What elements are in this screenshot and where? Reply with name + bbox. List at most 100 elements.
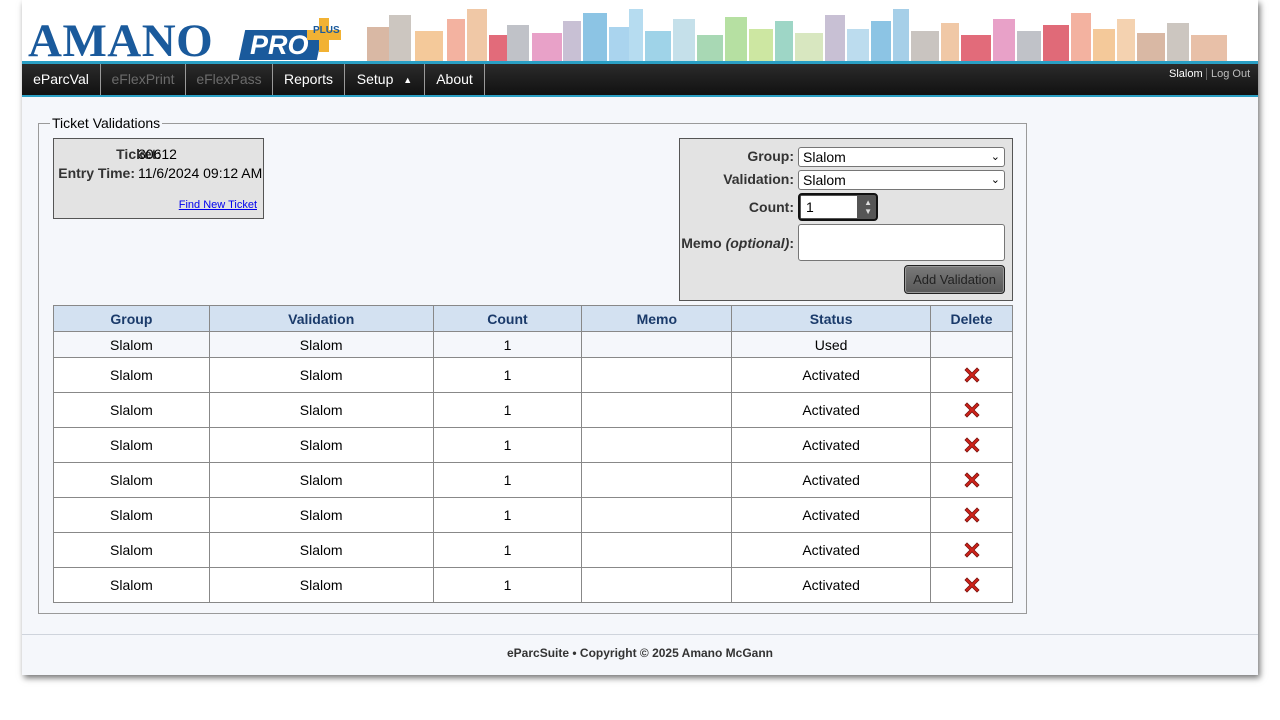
cell-validation: Slalom — [208, 532, 434, 568]
count-input[interactable]: 1 — [801, 196, 857, 218]
plus-logo-text: PLUS — [313, 25, 340, 36]
cell-validation: Slalom — [208, 462, 434, 498]
col-header-validation: Validation — [208, 305, 434, 332]
cell-memo — [581, 462, 733, 498]
cell-memo — [581, 532, 733, 568]
cell-validation: Slalom — [208, 357, 434, 393]
nav-item-reports[interactable]: Reports — [273, 64, 345, 95]
cell-delete — [930, 392, 1013, 428]
app-window: AMANO PRO PLUS eParcVal eFlexPrint eFlex… — [22, 0, 1258, 675]
cell-memo — [581, 357, 733, 393]
memo-label: Memo (optional): — [680, 235, 794, 251]
caret-up-icon: ▲ — [403, 75, 413, 85]
cell-group: Slalom — [53, 497, 210, 533]
fieldset-legend: Ticket Validations — [50, 115, 163, 131]
footer-copyright: eParcSuite • Copyright © 2025 Amano McGa… — [507, 646, 773, 660]
col-header-memo: Memo — [581, 305, 733, 332]
logout-link[interactable]: Log Out — [1211, 68, 1250, 80]
cell-validation: Slalom — [208, 427, 434, 463]
table-row: Slalom Slalom 1 Activated — [53, 532, 1013, 568]
cell-delete — [930, 567, 1013, 603]
group-select[interactable]: Slalom ⌄ — [798, 147, 1005, 167]
cell-delete — [930, 532, 1013, 568]
add-validation-form: Group: Slalom ⌄ Validation: Slalom ⌄ Cou… — [679, 138, 1013, 301]
ticket-info-box: Ticket: 30612 Entry Time: 11/6/2024 09:1… — [53, 138, 264, 219]
table-header-row: Group Validation Count Memo Status Delet… — [53, 305, 1013, 332]
nav-item-eparcval[interactable]: eParcVal — [22, 64, 101, 95]
delete-x-icon[interactable] — [962, 540, 982, 560]
memo-textarea[interactable] — [798, 224, 1005, 261]
table-row: Slalom Slalom 1 Used — [53, 331, 1013, 358]
header: AMANO PRO PLUS — [22, 0, 1258, 65]
find-new-ticket-link[interactable]: Find New Ticket — [179, 199, 257, 211]
cell-status: Activated — [731, 567, 932, 603]
cell-status: Used — [731, 331, 932, 358]
cell-count: 1 — [432, 331, 583, 358]
col-header-status: Status — [731, 305, 932, 332]
cell-group: Slalom — [53, 427, 210, 463]
memo-label-text: Memo — [681, 235, 722, 251]
cell-group: Slalom — [53, 331, 210, 358]
table-row: Slalom Slalom 1 Activated — [53, 357, 1013, 393]
delete-x-icon[interactable] — [962, 400, 982, 420]
cell-delete — [930, 427, 1013, 463]
cell-group: Slalom — [53, 567, 210, 603]
cell-status: Activated — [731, 357, 932, 393]
chevron-down-icon: ⌄ — [990, 151, 1000, 163]
count-label: Count: — [748, 199, 794, 215]
cell-group: Slalom — [53, 462, 210, 498]
validation-select[interactable]: Slalom ⌄ — [798, 170, 1005, 190]
cell-count: 1 — [432, 497, 583, 533]
group-select-value: Slalom — [803, 149, 846, 165]
chevron-down-icon: ⌄ — [990, 174, 1000, 186]
col-header-group: Group — [53, 305, 210, 332]
cell-validation: Slalom — [208, 331, 434, 358]
cell-status: Activated — [731, 392, 932, 428]
table-row: Slalom Slalom 1 Activated — [53, 462, 1013, 498]
cell-memo — [581, 392, 733, 428]
validation-select-value: Slalom — [803, 172, 846, 188]
count-stepper[interactable]: 1 ▲ ▼ — [798, 193, 878, 221]
cell-group: Slalom — [53, 357, 210, 393]
delete-x-icon[interactable] — [962, 470, 982, 490]
cell-count: 1 — [432, 567, 583, 603]
nav-item-setup[interactable]: Setup ▲ — [345, 64, 425, 95]
delete-x-icon[interactable] — [962, 505, 982, 525]
cell-status: Activated — [731, 427, 932, 463]
cell-validation: Slalom — [208, 392, 434, 428]
cell-group: Slalom — [53, 532, 210, 568]
delete-x-icon[interactable] — [962, 435, 982, 455]
nav-item-setup-label: Setup — [356, 71, 394, 87]
memo-colon: : — [789, 235, 794, 251]
cell-validation: Slalom — [208, 567, 434, 603]
cell-validation: Slalom — [208, 497, 434, 533]
cell-memo — [581, 427, 733, 463]
delete-x-icon[interactable] — [962, 365, 982, 385]
cell-status: Activated — [731, 497, 932, 533]
pro-logo-text: PRO — [250, 30, 309, 60]
nav-item-about[interactable]: About — [425, 64, 485, 95]
memo-optional-text: (optional) — [725, 235, 790, 251]
delete-x-icon[interactable] — [962, 575, 982, 595]
table-row: Slalom Slalom 1 Activated — [53, 497, 1013, 533]
group-label: Group: — [747, 148, 794, 164]
entry-time-value: 11/6/2024 09:12 AM — [138, 165, 263, 181]
cell-memo — [581, 331, 733, 358]
nav-item-eflexpass: eFlexPass — [186, 64, 273, 95]
current-user: Slalom — [1169, 68, 1203, 80]
cell-delete — [930, 497, 1013, 533]
cell-delete — [930, 462, 1013, 498]
cell-count: 1 — [432, 357, 583, 393]
add-validation-button[interactable]: Add Validation — [904, 265, 1005, 294]
validation-label: Validation: — [723, 171, 794, 187]
cell-count: 1 — [432, 462, 583, 498]
cell-delete — [930, 331, 1013, 358]
cell-count: 1 — [432, 427, 583, 463]
city-skyline-banner — [367, 9, 1227, 61]
stepper-arrows-icon[interactable]: ▲ ▼ — [864, 198, 872, 216]
table-row: Slalom Slalom 1 Activated — [53, 567, 1013, 603]
validations-table: Group Validation Count Memo Status Delet… — [53, 305, 1013, 603]
cell-status: Activated — [731, 532, 932, 568]
cell-count: 1 — [432, 392, 583, 428]
cell-delete — [930, 357, 1013, 393]
